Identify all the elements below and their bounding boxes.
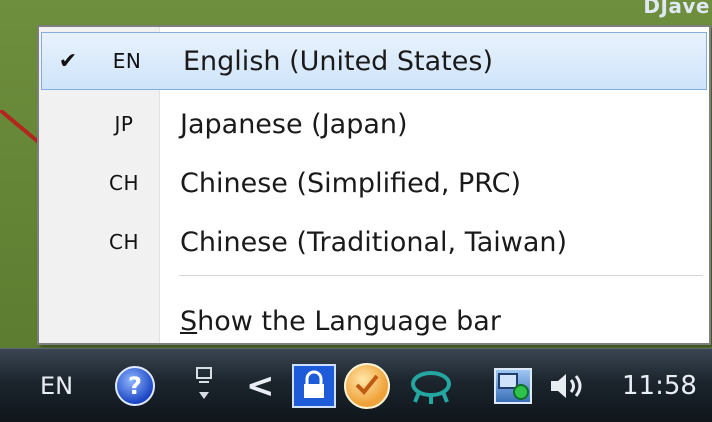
menu-item-label: Chinese (Simplified, PRC) bbox=[180, 167, 522, 199]
help-button[interactable]: ? bbox=[115, 349, 155, 422]
network-icon[interactable] bbox=[494, 349, 532, 422]
menu-item-show-language-bar[interactable]: Show the Language bar bbox=[39, 292, 709, 350]
menu-item-chinese-traditional[interactable]: CH Chinese (Traditional, Taiwan) bbox=[39, 213, 709, 271]
lock-icon[interactable] bbox=[292, 349, 336, 422]
menu-item-code: CH bbox=[108, 230, 139, 254]
menu-item-label: Show the Language bar bbox=[180, 306, 501, 337]
clock[interactable]: 11:58 bbox=[622, 349, 697, 422]
ime-icon[interactable] bbox=[193, 349, 215, 422]
menu-item-label: Japanese (Japan) bbox=[180, 108, 408, 140]
menu-item-code: CH bbox=[108, 171, 139, 195]
show-hidden-icons-button[interactable]: < bbox=[246, 349, 275, 422]
menu-item-label: Chinese (Traditional, Taiwan) bbox=[180, 226, 568, 258]
menu-item-japanese[interactable]: JP Japanese (Japan) bbox=[39, 95, 709, 153]
menu-item-label: English (United States) bbox=[183, 45, 493, 77]
menu-item-english[interactable]: ✔ EN English (United States) bbox=[41, 32, 707, 90]
accelerator-key: S bbox=[180, 305, 198, 337]
messenger-icon[interactable] bbox=[344, 349, 390, 422]
menu-item-code: JP bbox=[114, 112, 134, 136]
taskbar: EN ? < 11:58 bbox=[0, 348, 712, 422]
check-icon: ✔ bbox=[58, 48, 78, 74]
volume-icon[interactable] bbox=[547, 349, 587, 422]
teal-tray-icon[interactable] bbox=[407, 349, 455, 422]
desktop-corner-text: DJave bbox=[643, 0, 710, 18]
menu-item-code: EN bbox=[112, 49, 142, 73]
menu-item-chinese-simplified[interactable]: CH Chinese (Simplified, PRC) bbox=[39, 154, 709, 212]
language-context-menu: ✔ EN English (United States) JP Japanese… bbox=[37, 25, 711, 345]
language-indicator[interactable]: EN bbox=[40, 349, 73, 422]
menu-separator bbox=[179, 275, 703, 276]
help-icon: ? bbox=[115, 365, 155, 406]
menu-item-label-rest: how the Language bar bbox=[197, 305, 501, 337]
